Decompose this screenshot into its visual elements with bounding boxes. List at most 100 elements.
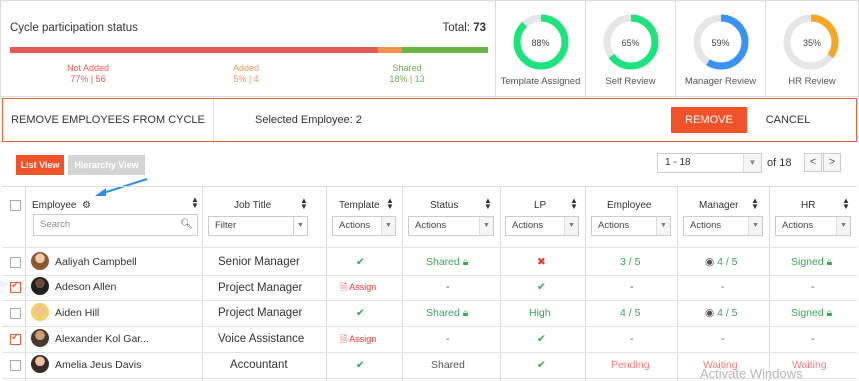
status-value: Shared: [431, 359, 465, 371]
chevron-down-icon: ▼: [748, 217, 762, 235]
status-value: Shared 🔒︎: [426, 255, 468, 269]
header-status[interactable]: Status: [430, 200, 458, 211]
cancel-button[interactable]: CANCEL: [755, 107, 821, 133]
chevron-down-icon: ▼: [479, 217, 493, 235]
page-total: of 18: [767, 157, 792, 169]
hr-status: -: [811, 281, 815, 293]
employee-name[interactable]: Amelia Jeus Davis: [55, 358, 141, 372]
select-all-checkbox[interactable]: [10, 200, 21, 211]
job-title: Project Manager: [218, 282, 303, 294]
gear-icon[interactable]: ⚙: [82, 200, 91, 211]
assign-text: Assign: [349, 282, 377, 292]
job-title: Project Manager: [218, 307, 303, 319]
lp-actions-select[interactable]: Actions ▼: [505, 216, 579, 236]
sort-icon[interactable]: ▲ ▼: [191, 196, 199, 210]
legend-added: Added 5% | 4: [221, 63, 271, 85]
assign-template-link[interactable]: 🗎 Assign: [340, 280, 376, 294]
legend-value: 18% | 13: [389, 74, 425, 84]
manager-score: ◉ 4 / 5: [705, 255, 738, 269]
manager-score: ◉ 4 / 5: [705, 306, 738, 320]
actions-label: Actions: [782, 220, 814, 231]
sort-icon[interactable]: ▲ ▼: [484, 197, 492, 211]
chevron-down-icon: ▼: [564, 217, 578, 235]
template-actions-select[interactable]: Actions ▼: [332, 216, 396, 236]
header-manager[interactable]: Manager: [699, 200, 738, 211]
legend-label: Shared: [392, 63, 422, 73]
row-checkbox[interactable]: [10, 280, 21, 293]
total-label: Total:: [442, 22, 471, 34]
assign-icon: 🗎: [340, 282, 348, 292]
bar-segment-added: [378, 47, 402, 53]
employee-name[interactable]: Alexander Kol Gar...: [55, 332, 149, 346]
header-template[interactable]: Template: [339, 200, 380, 211]
row-checkbox[interactable]: [10, 257, 21, 268]
sort-icon[interactable]: ▲ ▼: [842, 197, 850, 211]
status-actions-select[interactable]: Actions ▼: [408, 216, 494, 236]
hierarchy-view-button[interactable]: Hierarchy View: [68, 155, 145, 175]
donut-manager-review: 59% Manager Review: [676, 1, 766, 98]
donut-hr-review: 35% HR Review: [766, 1, 858, 98]
employee-score: -: [630, 281, 634, 293]
chevron-down-icon: ▼: [743, 154, 761, 172]
hr-status-text: Signed: [791, 307, 824, 319]
row-checkbox[interactable]: [10, 332, 21, 345]
header-employee-review[interactable]: Employee: [607, 200, 651, 211]
header-employee[interactable]: Employee: [32, 200, 76, 211]
actions-label: Actions: [598, 220, 630, 231]
header-job-title[interactable]: Job Title: [234, 200, 271, 211]
employee-score: -: [630, 333, 634, 345]
check-icon: ✔: [356, 307, 365, 319]
avatar: [31, 252, 49, 270]
chevron-down-icon: ▼: [293, 217, 307, 235]
sort-icon[interactable]: ▲ ▼: [570, 197, 578, 211]
job-title: Senior Manager: [218, 256, 300, 268]
assign-template-link[interactable]: 🗎 Assign: [340, 332, 376, 346]
manager-score: -: [721, 333, 725, 345]
search-icon: 🔍︎: [180, 219, 193, 230]
row-checkbox[interactable]: [10, 308, 21, 319]
sort-icon[interactable]: ▲ ▼: [751, 197, 759, 211]
legend-value: 5% | 4: [233, 74, 259, 84]
participation-summary: Cycle participation status Total: 73 Not…: [1, 1, 496, 98]
donut-label: Template Assigned: [500, 76, 581, 87]
job-title: Accountant: [230, 359, 288, 371]
legend-value: 77% | 56: [70, 74, 106, 84]
employee-name[interactable]: Adeson Allen: [55, 280, 116, 294]
list-view-button[interactable]: List View: [16, 155, 64, 175]
participation-bar: [10, 47, 488, 53]
job-title: Voice Assistance: [218, 333, 305, 345]
chevron-down-icon: ▼: [836, 217, 850, 235]
hr-actions-select[interactable]: Actions ▼: [775, 216, 851, 236]
remove-employees-bar: REMOVE EMPLOYEES FROM CYCLE Selected Emp…: [2, 98, 857, 142]
eye-icon: ◉: [705, 307, 715, 319]
manager-actions-select[interactable]: Actions ▼: [683, 216, 763, 236]
row-divider: [2, 352, 857, 353]
participation-status-panel: Cycle participation status Total: 73 Not…: [0, 0, 859, 98]
lock-icon: 🔒︎: [462, 256, 469, 268]
remove-bar-title: REMOVE EMPLOYEES FROM CYCLE: [3, 99, 214, 141]
page-range-select[interactable]: 1 - 18 ▼: [657, 153, 762, 173]
manager-score: -: [721, 281, 725, 293]
employee-search-input[interactable]: Search 🔍︎: [33, 214, 198, 236]
check-icon: ✔: [537, 333, 546, 345]
job-title-filter[interactable]: Filter ▼: [208, 216, 308, 236]
employee-review-actions-select[interactable]: Actions ▼: [591, 216, 671, 236]
hr-status: -: [811, 333, 815, 345]
header-hr[interactable]: HR: [801, 200, 815, 211]
sort-icon[interactable]: ▲ ▼: [300, 197, 308, 211]
lock-icon: 🔒︎: [826, 307, 833, 319]
header-lp[interactable]: LP: [534, 200, 546, 211]
employee-score: Pending: [611, 359, 650, 371]
next-page-button[interactable]: >: [823, 153, 841, 172]
row-checkbox[interactable]: [10, 360, 21, 371]
sort-icon[interactable]: ▲ ▼: [386, 197, 394, 211]
lock-icon: 🔒︎: [826, 256, 833, 268]
prev-page-button[interactable]: <: [804, 153, 822, 172]
assign-text: Assign: [349, 334, 377, 344]
activate-windows-watermark: Activate Windows: [700, 366, 803, 381]
remove-button[interactable]: REMOVE: [671, 107, 747, 133]
status-text: Shared: [426, 256, 460, 268]
employee-name[interactable]: Aiden Hill: [55, 306, 99, 320]
legend-shared: Shared 18% | 13: [379, 63, 435, 85]
employee-name[interactable]: Aaliyah Campbell: [55, 255, 137, 269]
